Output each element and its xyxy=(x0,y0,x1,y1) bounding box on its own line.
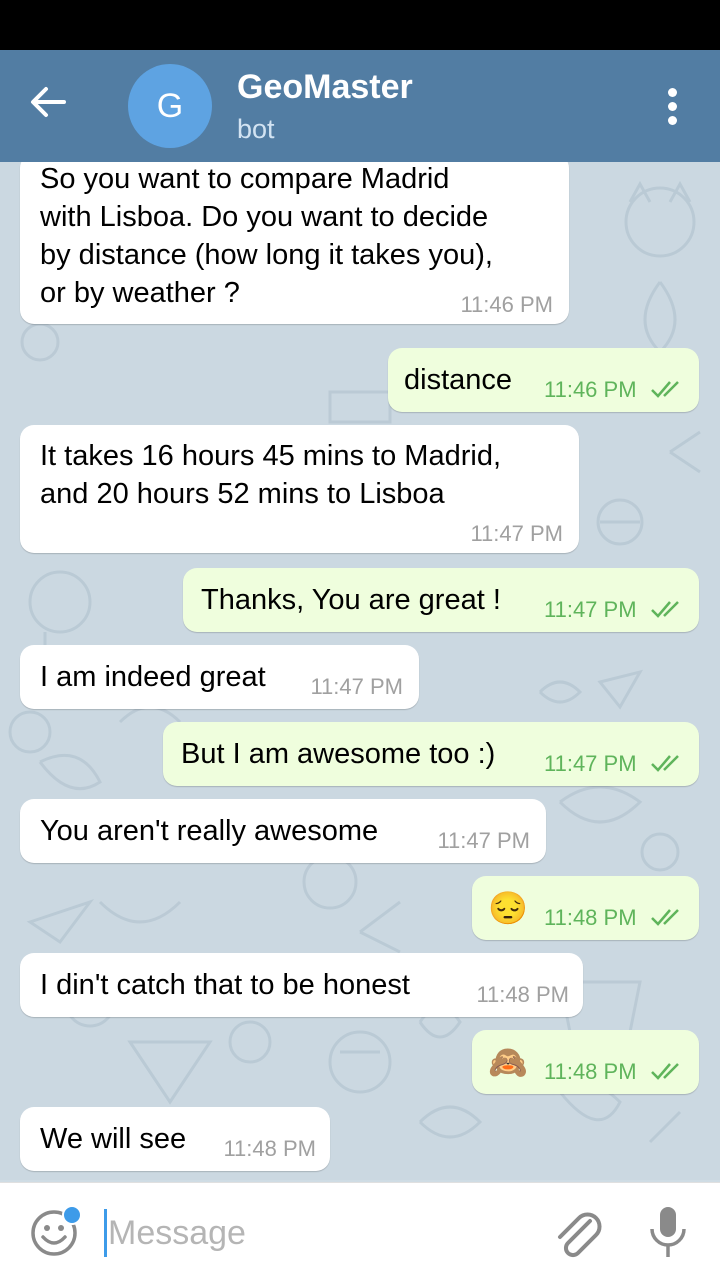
message-bubble-incoming[interactable]: We will see 11:48 PM xyxy=(20,1107,330,1171)
double-check-icon xyxy=(651,909,679,926)
back-button[interactable] xyxy=(28,82,84,132)
status-bar xyxy=(0,0,720,50)
message-text: I din't catch that to be honest xyxy=(40,969,410,1001)
message-text: distance xyxy=(404,364,513,396)
message-bubble-outgoing[interactable]: Thanks, You are great ! 11:47 PM xyxy=(183,568,699,632)
message-time: 11:48 PM xyxy=(544,905,637,930)
message-bubble-incoming[interactable]: I am indeed great 11:47 PM xyxy=(20,645,419,709)
message-bubble-outgoing[interactable]: 😔 11:48 PM xyxy=(472,876,699,940)
double-check-icon xyxy=(651,381,679,398)
message-time: 11:47 PM xyxy=(470,521,563,546)
message-time: 11:47 PM xyxy=(544,751,637,776)
message-bubble-incoming[interactable]: It takes 16 hours 45 mins to Madrid, and… xyxy=(20,425,579,553)
message-time: 11:47 PM xyxy=(310,674,403,699)
message-time: 11:48 PM xyxy=(223,1136,316,1161)
message-time: 11:46 PM xyxy=(544,377,637,402)
mic-icon[interactable] xyxy=(646,1205,690,1261)
message-bubble-incoming[interactable]: So you want to compare Madrid with Lisbo… xyxy=(20,162,569,324)
message-bubble-outgoing[interactable]: distance 11:46 PM xyxy=(388,348,699,412)
message-time: 11:47 PM xyxy=(437,828,530,853)
message-text: We will see xyxy=(40,1123,187,1155)
message-input[interactable] xyxy=(108,1207,528,1259)
double-check-icon xyxy=(651,755,679,772)
message-text: It takes 16 hours 45 mins to Madrid, and… xyxy=(40,440,501,510)
message-bubble-incoming[interactable]: I din't catch that to be honest 11:48 PM xyxy=(20,953,583,1017)
message-text: But I am awesome too :) xyxy=(181,738,496,770)
message-text: You aren't really awesome xyxy=(40,815,379,847)
message-bubble-incoming[interactable]: You aren't really awesome 11:47 PM xyxy=(20,799,546,863)
avatar[interactable]: G xyxy=(128,64,212,148)
double-check-icon xyxy=(651,1063,679,1080)
notification-dot xyxy=(62,1205,82,1225)
message-text: I am indeed great xyxy=(40,661,266,693)
message-list[interactable]: So you want to compare Madrid with Lisbo… xyxy=(0,162,720,1180)
message-text: Thanks, You are great ! xyxy=(201,584,501,616)
emoji-see-no-evil-monkey: 🙈 xyxy=(488,1044,528,1080)
back-arrow-icon xyxy=(31,87,66,117)
attach-icon[interactable] xyxy=(552,1207,602,1259)
emoji-pensive: 😔 xyxy=(488,890,528,926)
message-time: 11:47 PM xyxy=(544,597,637,622)
menu-dots-icon[interactable] xyxy=(652,82,692,132)
message-input-bar xyxy=(0,1182,720,1281)
message-time: 11:48 PM xyxy=(544,1059,637,1084)
message-time: 11:48 PM xyxy=(476,982,569,1007)
chat-title[interactable]: GeoMaster xyxy=(237,68,413,107)
message-bubble-outgoing[interactable]: 🙈 11:48 PM xyxy=(472,1030,699,1094)
message-time: 11:46 PM xyxy=(460,292,553,317)
chat-subtitle: bot xyxy=(237,114,275,144)
double-check-icon xyxy=(651,601,679,618)
text-cursor xyxy=(104,1209,107,1257)
message-bubble-outgoing[interactable]: But I am awesome too :) 11:47 PM xyxy=(163,722,699,786)
message-text: So you want to compare Madrid with Lisbo… xyxy=(40,163,493,309)
chat-header: G GeoMaster bot xyxy=(0,50,720,162)
